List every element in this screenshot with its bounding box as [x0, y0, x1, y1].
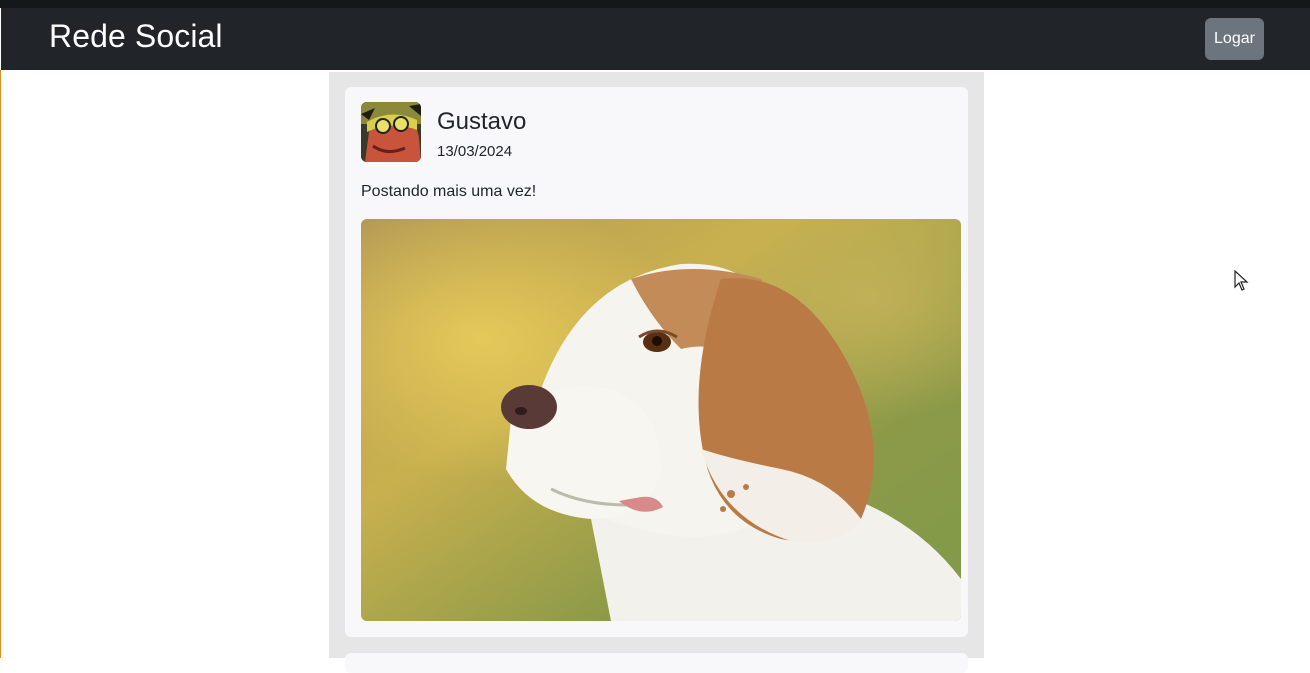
window-top-strip: [0, 0, 1310, 8]
feed[interactable]: Gustavo 13/03/2024 Postando mais uma vez…: [329, 72, 984, 673]
window-edge: [0, 70, 1, 658]
post-date: 13/03/2024: [437, 143, 513, 160]
login-button[interactable]: Logar: [1205, 18, 1264, 60]
avatar[interactable]: [361, 102, 421, 162]
mouse-cursor-icon: [1234, 270, 1249, 291]
beagle-photo: [361, 219, 961, 621]
navbar: Rede Social Logar: [1, 8, 1310, 70]
post-author[interactable]: Gustavo: [437, 108, 526, 136]
next-post-card: [345, 653, 968, 673]
post-content: Postando mais uma vez!: [361, 183, 537, 200]
post-image[interactable]: [361, 219, 961, 621]
avatar-illustration: [361, 102, 421, 162]
brand-title[interactable]: Rede Social: [49, 18, 223, 55]
post-card: Gustavo 13/03/2024 Postando mais uma vez…: [345, 87, 968, 637]
